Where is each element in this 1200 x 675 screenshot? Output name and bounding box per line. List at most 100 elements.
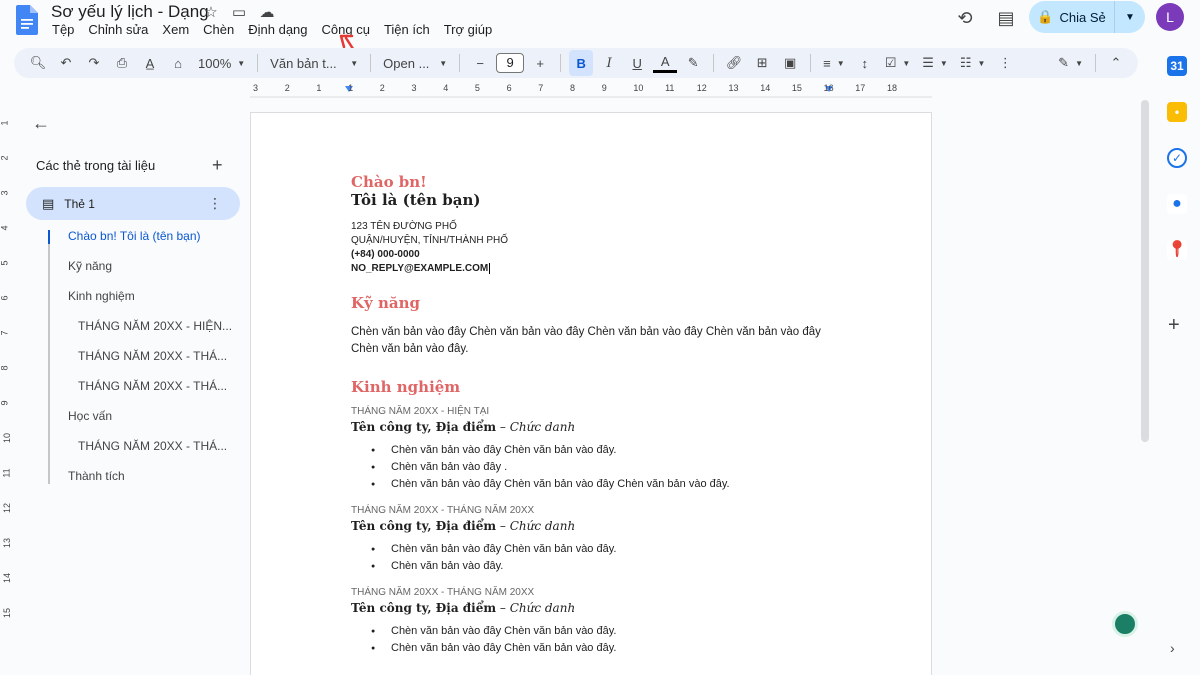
outline-item[interactable]: Học vấn [68,409,112,423]
add-comment-icon[interactable]: ⊞ [750,50,774,76]
skills-text[interactable]: Chèn văn bản vào đây Chèn văn bản vào đâ… [351,324,831,358]
search-menus-icon[interactable]: 🔍︎ [26,50,50,76]
job-title-line[interactable]: Tên công ty, Địa điểm – Chức danh [351,420,831,434]
greeting-heading[interactable]: Chào bn! [351,173,831,191]
outline-item[interactable]: Kinh nghiệm [68,289,135,303]
outline-item[interactable]: Kỹ năng [68,259,112,273]
keep-icon[interactable]: • [1167,102,1187,122]
insert-link-icon[interactable]: 🔗︎ [722,50,746,76]
tab-more-icon[interactable]: ⋮ [208,195,222,212]
insert-image-icon[interactable]: ▣ [778,50,802,76]
bold-button[interactable]: B [569,50,594,76]
address-line-1[interactable]: 123 TÊN ĐƯỜNG PHỐ [351,220,831,234]
menu-view[interactable]: Xem [155,22,196,37]
outline-item[interactable]: THÁNG NĂM 20XX - THÁ... [78,439,227,453]
name-heading[interactable]: Tôi là (tên bạn) [351,191,831,209]
comments-icon[interactable]: ▤ [994,6,1018,30]
outline-item[interactable]: Thành tích [68,469,125,483]
email[interactable]: NO_REPLY@EXAMPLE.COM [351,262,831,276]
decrease-font-size-icon[interactable]: − [468,50,492,76]
redo-icon[interactable]: ↷ [82,50,106,76]
address-line-2[interactable]: QUẬN/HUYỆN, TỈNH/THÀNH PHỐ [351,234,831,248]
folder-move-icon[interactable]: ▭ [230,3,248,21]
share-main[interactable]: 🔒 Chia Sẻ [1029,1,1115,33]
bullet-item[interactable]: Chèn văn bản vào đây Chèn văn bản vào đâ… [371,442,831,459]
more-options-icon[interactable]: ⋮ [993,50,1017,76]
vertical-ruler[interactable]: 1 2 3 4 5 6 7 8 9 10 11 12 13 14 15 [0,100,14,675]
editing-mode-select[interactable]: ✎ ▼ [1054,50,1087,76]
show-side-panel-icon[interactable]: › [1170,640,1175,656]
assistant-fab-icon[interactable] [1112,611,1138,637]
cloud-status-icon[interactable]: ☁ [258,3,276,21]
job-title-line[interactable]: Tên công ty, Địa điểm – Chức danh [351,601,831,615]
tab-item-1[interactable]: ▤ Thẻ 1 ⋮ [26,187,240,220]
underline-button[interactable]: U [625,50,649,76]
document-page[interactable]: Chào bn! Tôi là (tên bạn) 123 TÊN ĐƯỜNG … [250,112,932,675]
job-date[interactable]: THÁNG NĂM 20XX - THÁNG NĂM 20XX [351,587,831,598]
bulleted-list-select[interactable]: ☰ ▼ [918,50,952,76]
numbered-list-select[interactable]: ☷ ▼ [956,50,990,76]
calendar-icon[interactable]: 31 [1167,56,1187,76]
print-icon[interactable]: ⎙ [110,50,134,76]
menu-file[interactable]: Tệp [45,22,81,37]
style-select[interactable]: Văn bản t... ▼ [266,50,362,76]
increase-font-size-icon[interactable]: + [528,50,552,76]
bullet-item[interactable]: Chèn văn bản vào đây Chèn văn bản vào đâ… [371,640,831,657]
experience-heading[interactable]: Kinh nghiệm [351,378,831,396]
job-date[interactable]: THÁNG NĂM 20XX - THÁNG NĂM 20XX [351,505,831,516]
version-history-icon[interactable]: ⟲ [953,6,977,30]
outline-item[interactable]: THÁNG NĂM 20XX - THÁ... [78,349,227,363]
text-color-button[interactable]: A [653,53,678,73]
phone[interactable]: (+84) 000-0000 [351,248,831,262]
share-button[interactable]: 🔒 Chia Sẻ ▼ [1029,1,1145,33]
email-text: NO_REPLY@EXAMPLE.COM [351,263,489,274]
italic-button[interactable]: I [597,50,621,76]
job-date[interactable]: THÁNG NĂM 20XX - HIỆN TẠI [351,406,831,417]
bullet-item[interactable]: Chèn văn bản vào đây. [371,558,831,575]
zoom-value: 100% [198,55,232,71]
align-select[interactable]: ≡ ▼ [819,50,849,76]
collapse-menus-icon[interactable]: ⌃ [1104,50,1128,76]
font-size-input[interactable]: 9 [496,53,525,73]
outline-item[interactable]: THÁNG NĂM 20XX - THÁ... [78,379,227,393]
ruler-label: 4 [443,83,449,93]
bullet-item[interactable]: Chèn văn bản vào đây Chèn văn bản vào đâ… [371,623,831,640]
share-dropdown-icon[interactable]: ▼ [1115,12,1145,23]
ruler-label: 3 [411,83,417,93]
star-icon[interactable]: ☆ [202,3,220,21]
paint-format-icon[interactable]: ⌂ [166,50,190,76]
checklist-select[interactable]: ☑ ▼ [881,50,915,76]
undo-icon[interactable]: ↶ [54,50,78,76]
docs-logo-icon[interactable] [16,5,38,35]
maps-icon[interactable]: 📍︎ [1167,240,1187,260]
add-addon-icon[interactable]: + [1168,314,1180,337]
contacts-icon[interactable]: ● [1167,194,1187,214]
menu-extensions[interactable]: Tiện ích [377,22,437,37]
spellcheck-icon[interactable]: A̲ [138,50,162,76]
document-icon: ▤ [42,195,55,211]
bullet-item[interactable]: Chèn văn bản vào đây Chèn văn bản vào đâ… [371,476,831,493]
outline-item[interactable]: Chào bn! Tôi là (tên bạn) [68,229,201,243]
bullet-item[interactable]: Chèn văn bản vào đây . [371,459,831,476]
bullet-item[interactable]: Chèn văn bản vào đây Chèn văn bản vào đâ… [371,541,831,558]
menu-insert[interactable]: Chèn [196,22,241,37]
zoom-select[interactable]: 100% ▼ [194,50,249,76]
vertical-scrollbar[interactable] [1141,100,1149,442]
add-tab-icon[interactable]: + [212,155,223,176]
tasks-icon[interactable]: ✓ [1167,148,1187,168]
document-title[interactable]: Sơ yếu lý lịch - Dạng [51,2,209,22]
menu-help[interactable]: Trợ giúp [437,22,500,37]
skills-heading[interactable]: Kỹ năng [351,294,831,312]
horizontal-ruler[interactable]: 3 2 1 1 2 3 4 5 6 7 8 9 10 11 12 13 14 15 16 17 18 [250,83,932,99]
back-arrow-icon[interactable]: ← [32,113,50,134]
job-title-line[interactable]: Tên công ty, Địa điểm – Chức danh [351,519,831,533]
page-content[interactable]: Chào bn! Tôi là (tên bạn) 123 TÊN ĐƯỜNG … [351,173,831,669]
menu-format[interactable]: Định dạng [241,22,314,37]
highlight-icon[interactable]: ✎ [681,50,705,76]
font-select[interactable]: Open ... ▼ [379,50,451,76]
line-spacing-icon[interactable]: ↕ [853,50,877,76]
chevron-down-icon: ▼ [439,58,448,68]
outline-item[interactable]: THÁNG NĂM 20XX - HIỆN... [78,319,232,333]
menu-edit[interactable]: Chỉnh sửa [81,22,155,37]
avatar[interactable]: L [1156,3,1184,31]
